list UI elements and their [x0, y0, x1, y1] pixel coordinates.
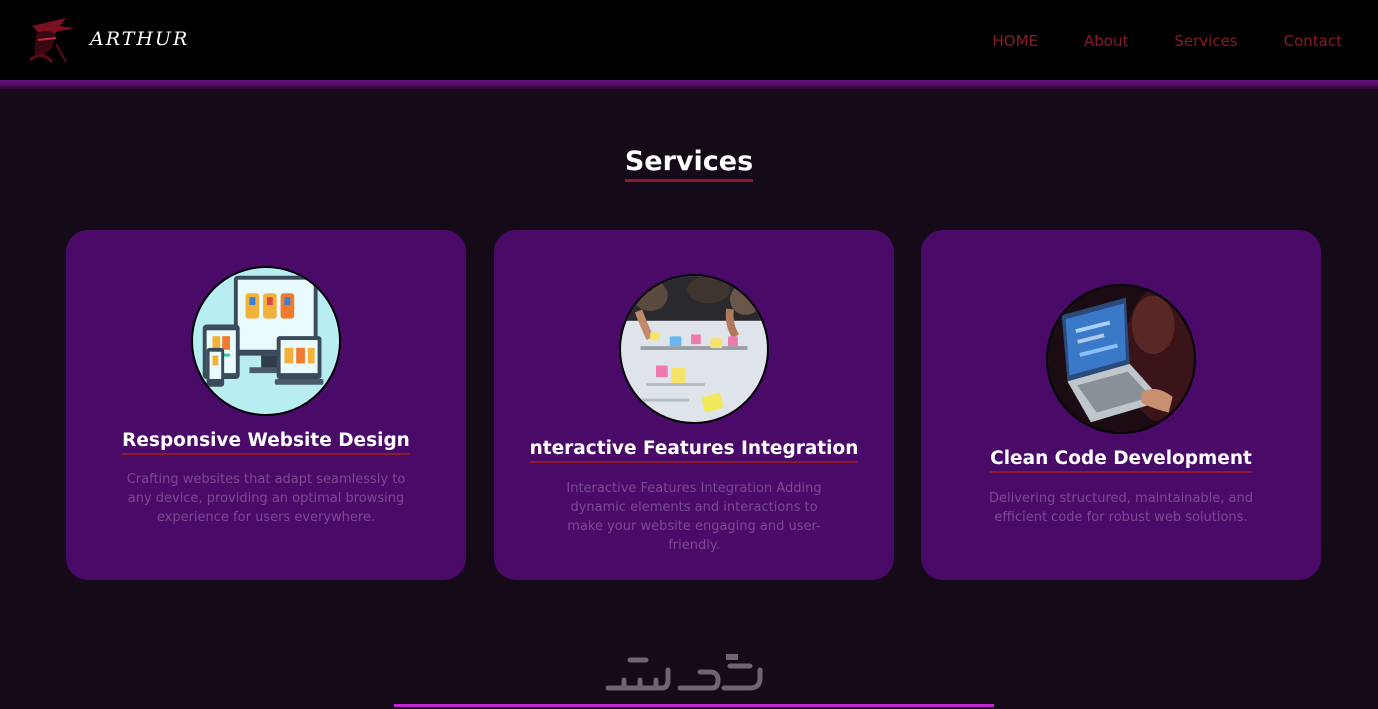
card-title: Clean Code Development: [990, 448, 1252, 473]
service-card-clean-code: Clean Code Development Delivering struct…: [921, 230, 1321, 580]
brand-name[interactable]: ARTHUR: [90, 28, 189, 50]
service-card-interactive: nteractive Features Integration Interact…: [494, 230, 894, 580]
khamsat-watermark-logo: [600, 652, 776, 700]
header-divider: [0, 80, 1378, 89]
card-title: Responsive Website Design: [122, 430, 410, 455]
card-title-wrap: Responsive Website Design: [66, 430, 466, 455]
card-title: nteractive Features Integration: [529, 438, 859, 463]
site-header: ARTHUR HOME About Services Contact: [0, 0, 1378, 82]
nav-link-services[interactable]: Services: [1174, 32, 1237, 50]
card-title-wrap: Clean Code Development: [921, 448, 1321, 473]
card-title-wrap: nteractive Features Integration: [494, 438, 894, 463]
card-description: Crafting websites that adapt seamlessly …: [126, 472, 406, 525]
nav-link-about[interactable]: About: [1084, 32, 1128, 50]
logo-icon[interactable]: [26, 14, 78, 66]
responsive-devices-image: [191, 266, 341, 416]
services-heading-wrap: Services: [0, 146, 1378, 182]
nav-link-contact[interactable]: Contact: [1284, 32, 1342, 50]
nav-link-home[interactable]: HOME: [993, 32, 1039, 50]
card-description: Delivering structured, maintainable, and…: [989, 491, 1253, 525]
card-description: Interactive Features Integration Adding …: [566, 481, 822, 553]
bottom-accent-line: [394, 704, 994, 707]
services-heading: Services: [624, 146, 754, 182]
sticky-notes-planning-image: [619, 274, 769, 424]
service-card-responsive: Responsive Website Design Crafting websi…: [66, 230, 466, 580]
laptop-coding-image: [1046, 284, 1196, 434]
main-nav: HOME About Services Contact: [947, 32, 1343, 50]
